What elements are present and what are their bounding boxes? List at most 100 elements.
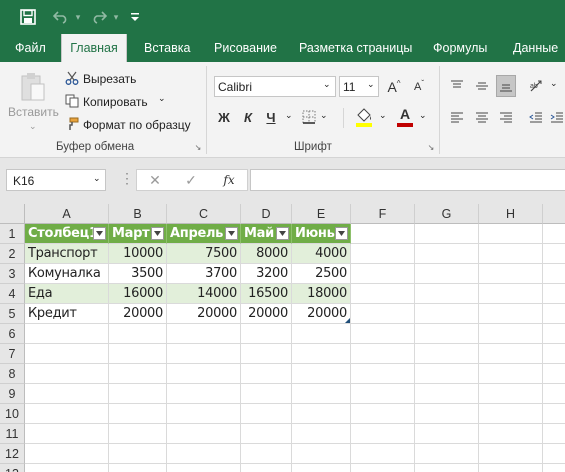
table-cell[interactable]: 16500 (241, 284, 292, 304)
orientation-dropdown-icon[interactable]: ⌄ (550, 78, 558, 89)
align-top-icon[interactable] (447, 76, 467, 96)
increase-font-size-icon[interactable]: A ^ (385, 78, 403, 96)
row-header[interactable]: 5 (0, 304, 25, 324)
row-header[interactable]: 8 (0, 364, 25, 384)
table-header-cell[interactable]: Столбец1 (25, 224, 109, 244)
font-color-icon[interactable]: A (395, 106, 415, 128)
tab-draw[interactable]: Рисование (214, 34, 277, 62)
table-cell[interactable]: 4000 (292, 244, 351, 264)
row-header[interactable]: 7 (0, 344, 25, 364)
table-cell[interactable]: 20000 (241, 304, 292, 324)
tab-file[interactable]: Файл (15, 34, 46, 62)
table-cell[interactable]: 16000 (109, 284, 167, 304)
align-right-icon[interactable] (496, 108, 516, 128)
undo-dropdown-icon[interactable]: ▾ (72, 0, 84, 34)
copy-dropdown-icon[interactable]: ⌄ (158, 93, 166, 104)
table-header-cell[interactable]: Апрель (167, 224, 241, 244)
format-painter-button[interactable]: Формат по образцу (83, 118, 191, 132)
cancel-icon[interactable]: ✕ (147, 171, 163, 189)
table-cell[interactable]: Еда (25, 284, 109, 304)
font-name-field[interactable]: Calibri ⌄ (214, 76, 336, 97)
font-size-field[interactable]: 11 ⌄ (339, 76, 379, 97)
table-cell[interactable]: 20000 (292, 304, 351, 324)
column-header[interactable]: E (292, 204, 351, 224)
table-cell[interactable]: 14000 (167, 284, 241, 304)
column-header[interactable]: G (415, 204, 479, 224)
cut-button[interactable]: Вырезать (83, 72, 136, 86)
borders-icon[interactable] (300, 108, 318, 126)
column-header[interactable]: H (479, 204, 543, 224)
copy-button[interactable]: Копировать (83, 95, 148, 109)
tab-page-layout[interactable]: Разметка страницы (299, 34, 412, 62)
font-color-dropdown-icon[interactable]: ⌄ (419, 110, 427, 121)
row-header[interactable]: 10 (0, 404, 25, 424)
redo-dropdown-icon[interactable]: ▾ (110, 0, 122, 34)
insert-function-button[interactable]: fx (219, 171, 239, 189)
table-cell[interactable]: 3200 (241, 264, 292, 284)
table-cell[interactable]: 3500 (109, 264, 167, 284)
tab-home[interactable]: Главная (61, 34, 127, 62)
worksheet-grid[interactable]: A B C D E F G H 1 2 3 4 5 6 7 8 9 10 11 … (0, 204, 565, 472)
table-cell[interactable]: 8000 (241, 244, 292, 264)
tab-formulas[interactable]: Формулы (433, 34, 487, 62)
table-cell[interactable]: 2500 (292, 264, 351, 284)
fill-color-icon[interactable] (353, 106, 375, 128)
formula-input[interactable] (250, 169, 565, 191)
save-icon[interactable] (16, 0, 40, 34)
paste-icon[interactable] (14, 70, 52, 104)
row-header[interactable]: 1 (0, 224, 25, 244)
table-cell[interactable]: Кредит (25, 304, 109, 324)
row-header[interactable]: 3 (0, 264, 25, 284)
column-header[interactable] (543, 204, 565, 224)
fill-color-dropdown-icon[interactable]: ⌄ (379, 110, 387, 121)
bold-button[interactable]: Ж (216, 108, 232, 126)
column-header[interactable]: C (167, 204, 241, 224)
table-cell[interactable]: 18000 (292, 284, 351, 304)
borders-dropdown-icon[interactable]: ⌄ (320, 110, 328, 121)
customize-icon[interactable] (128, 0, 142, 34)
row-header[interactable]: 11 (0, 424, 25, 444)
column-header[interactable]: A (25, 204, 109, 224)
align-bottom-icon[interactable] (496, 75, 516, 97)
paste-button[interactable]: Вставить (8, 105, 59, 119)
redo-icon[interactable] (88, 0, 110, 34)
row-header[interactable]: 4 (0, 284, 25, 304)
row-header[interactable]: 6 (0, 324, 25, 344)
align-center-icon[interactable] (472, 108, 492, 128)
decrease-indent-icon[interactable] (526, 108, 546, 128)
table-header-cell[interactable]: Май (241, 224, 292, 244)
align-middle-icon[interactable] (472, 76, 492, 96)
table-cell[interactable]: 7500 (167, 244, 241, 264)
increase-indent-icon[interactable] (550, 108, 565, 128)
underline-dropdown-icon[interactable]: ⌄ (285, 110, 293, 121)
align-left-icon[interactable] (447, 108, 467, 128)
orientation-icon[interactable]: ab (526, 76, 548, 96)
decrease-font-size-icon[interactable]: Aˇ (410, 78, 428, 96)
italic-button[interactable]: К (240, 108, 256, 126)
undo-icon[interactable] (50, 0, 72, 34)
tab-data[interactable]: Данные (513, 34, 558, 62)
table-cell[interactable]: Комуналка (25, 264, 109, 284)
select-all-corner[interactable] (0, 204, 25, 224)
clipboard-launcher-icon[interactable]: ↘ (193, 142, 203, 152)
table-cell[interactable]: 3700 (167, 264, 241, 284)
enter-icon[interactable]: ✓ (183, 171, 199, 189)
row-header[interactable]: 2 (0, 244, 25, 264)
column-header[interactable]: B (109, 204, 167, 224)
tab-insert[interactable]: Вставка (144, 34, 190, 62)
table-header-cell[interactable]: Июнь (292, 224, 351, 244)
table-cell[interactable]: 20000 (109, 304, 167, 324)
table-cell[interactable]: 10000 (109, 244, 167, 264)
row-header[interactable]: 13 (0, 464, 25, 472)
font-launcher-icon[interactable]: ↘ (426, 142, 436, 152)
row-header[interactable]: 9 (0, 384, 25, 404)
underline-button[interactable]: Ч (263, 108, 279, 126)
name-box[interactable]: K16 ⌄ (6, 169, 106, 191)
paste-dropdown-icon[interactable]: ⌄ (29, 121, 37, 132)
table-cell[interactable]: 20000 (167, 304, 241, 324)
table-cell[interactable]: Транспорт (25, 244, 109, 264)
column-header[interactable]: F (351, 204, 415, 224)
row-header[interactable]: 12 (0, 444, 25, 464)
table-header-cell[interactable]: Март (109, 224, 167, 244)
column-header[interactable]: D (241, 204, 292, 224)
